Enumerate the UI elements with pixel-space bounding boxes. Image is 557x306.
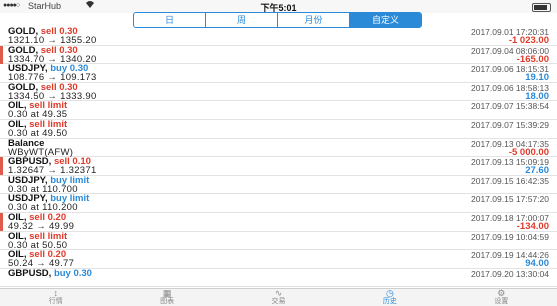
profit-value: -165.00 — [516, 53, 549, 65]
row-highlight-marker — [0, 157, 3, 176]
history-row[interactable]: OIL, sell 0.20 50.24 → 49.77 2017.09.19 14… — [0, 250, 557, 269]
symbol-label: GBPUSD, — [8, 267, 52, 279]
tabbar-item-chart[interactable]: ▦ 图表 — [111, 289, 222, 306]
quotes-icon: ↕ — [53, 288, 58, 298]
history-row[interactable]: GOLD, sell 0.30 1321.10 → 1355.20 2017.09.… — [0, 27, 557, 46]
row-timestamp: 2017.09.07 15:39:29 — [471, 120, 549, 130]
row-timestamp: 2017.09.15 16:42:35 — [471, 175, 549, 186]
period-segmented-control: 日 周 月份 自定义 — [133, 12, 422, 28]
tab-day[interactable]: 日 — [134, 13, 206, 27]
tabbar-item-trade[interactable]: ∿ 交易 — [223, 289, 334, 306]
history-row[interactable]: USDJPY, buy limit 0.30 at 110.200 2017.09.… — [0, 194, 557, 213]
bottom-tab-bar: ↕ 行情 ▦ 图表 ∿ 交易 ◷ 历史 ⚙ 设置 — [0, 288, 557, 306]
tabbar-item-quotes[interactable]: ↕ 行情 — [0, 289, 111, 306]
history-row[interactable]: GOLD, sell 0.30 1334.50 → 1333.90 2017.09.… — [0, 82, 557, 102]
tab-week[interactable]: 周 — [206, 13, 278, 27]
row-timestamp: 2017.09.20 13:30:04 — [471, 268, 549, 279]
profit-value: 94.00 — [525, 258, 549, 270]
row-timestamp: 2017.09.07 15:38:54 — [471, 101, 549, 112]
history-row[interactable]: OIL, sell limit 0.30 at 49.50 2017.09.07 1… — [0, 120, 557, 139]
history-row[interactable]: GBPUSD, sell 0.10 1.32647 → 1.32371 2017.0… — [0, 157, 557, 176]
history-row[interactable]: GOLD, sell 0.30 1334.70 → 1340.20 2017.09.… — [0, 45, 557, 65]
history-row[interactable]: Balance WByWT(AFW) 2017.09.13 04:17:35 -5 0… — [0, 138, 557, 158]
history-row[interactable]: OIL, sell limit 0.30 at 50.50 2017.09.19 1… — [0, 231, 557, 251]
tabbar-item-history[interactable]: ◷ 历史 — [334, 289, 445, 306]
tab-custom[interactable]: 自定义 — [350, 13, 421, 27]
history-row[interactable]: GBPUSD, buy 0.30 2017.09.20 13:30:04 — [0, 267, 557, 288]
history-icon: ◷ — [385, 288, 394, 298]
battery-icon — [532, 3, 551, 12]
profit-value: 19.10 — [525, 72, 549, 84]
row-highlight-marker — [0, 45, 3, 64]
row-timestamp: 2017.09.19 10:04:59 — [471, 231, 549, 242]
profit-value: 27.60 — [525, 165, 549, 177]
profit-value: -1 023.00 — [508, 35, 549, 46]
history-row[interactable]: USDJPY, buy 0.30 108.776 → 109.173 2017.09… — [0, 64, 557, 83]
trade-icon: ∿ — [274, 288, 283, 298]
profit-value: -134.00 — [516, 221, 549, 232]
profit-value: -5 000.00 — [508, 146, 549, 158]
chart-icon: ▦ — [162, 288, 172, 298]
order-side-label: buy 0.30 — [53, 267, 92, 279]
row-highlight-marker — [0, 213, 3, 231]
history-row[interactable]: OIL, sell 0.20 49.32 → 49.99 2017.09.18 17… — [0, 213, 557, 232]
row-title: GBPUSD, buy 0.30 — [8, 267, 92, 279]
row-timestamp: 2017.09.15 17:57:20 — [471, 194, 549, 205]
tabbar-item-settings[interactable]: ⚙ 设置 — [446, 289, 557, 306]
profit-value: 18.00 — [525, 90, 549, 102]
history-row[interactable]: OIL, sell limit 0.30 at 49.35 2017.09.07 1… — [0, 101, 557, 120]
history-row[interactable]: USDJPY, buy limit 0.30 at 110.700 2017.09.… — [0, 175, 557, 195]
settings-icon: ⚙ — [497, 288, 506, 298]
tab-month[interactable]: 月份 — [278, 13, 350, 27]
